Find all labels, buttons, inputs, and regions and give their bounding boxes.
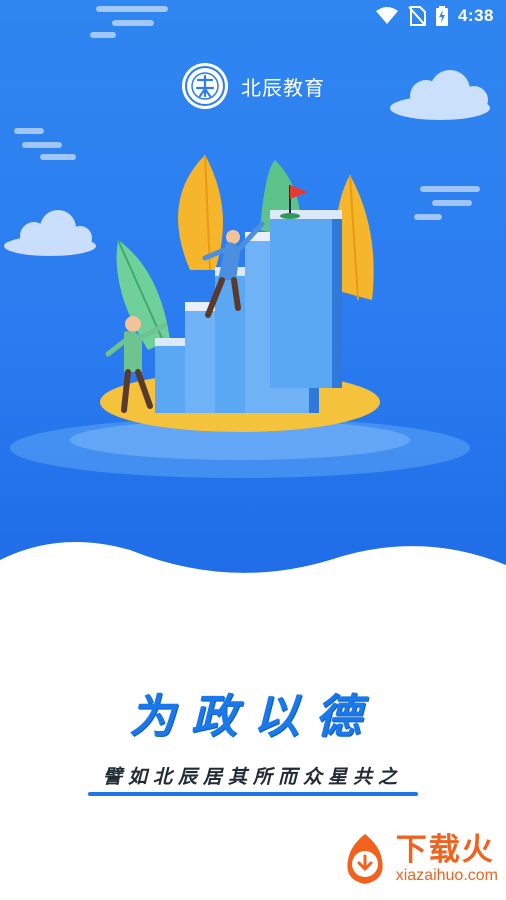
flame-download-icon	[347, 834, 383, 884]
status-bar: 4:38	[0, 0, 506, 34]
no-sim-icon	[408, 6, 426, 26]
battery-charging-icon	[435, 6, 448, 26]
brand-name: 北辰教育	[241, 75, 325, 100]
slogan-subtitle: 譬如北辰居其所而众星共之	[102, 766, 403, 788]
wave-divider	[0, 542, 506, 680]
splash-screen: 4:38 北辰教育 为政以德 譬如北辰居其所而众星共之 下载火 xiazaihu…	[0, 0, 506, 900]
watermark: 下载火 xiazaihuo.com	[340, 832, 498, 886]
slogan-title: 为政以德	[129, 689, 377, 743]
brand-header: 北辰教育	[0, 62, 506, 110]
books-stairs-illustration	[10, 154, 470, 478]
wifi-icon	[375, 7, 398, 24]
beichen-emblem-logo	[182, 63, 228, 109]
subtitle-underline	[88, 792, 418, 796]
watermark-url: xiazaihuo.com	[395, 867, 498, 884]
watermark-title: 下载火	[395, 832, 495, 868]
status-time: 4:38	[457, 6, 494, 25]
hero-background: 4:38 北辰教育	[0, 0, 506, 600]
